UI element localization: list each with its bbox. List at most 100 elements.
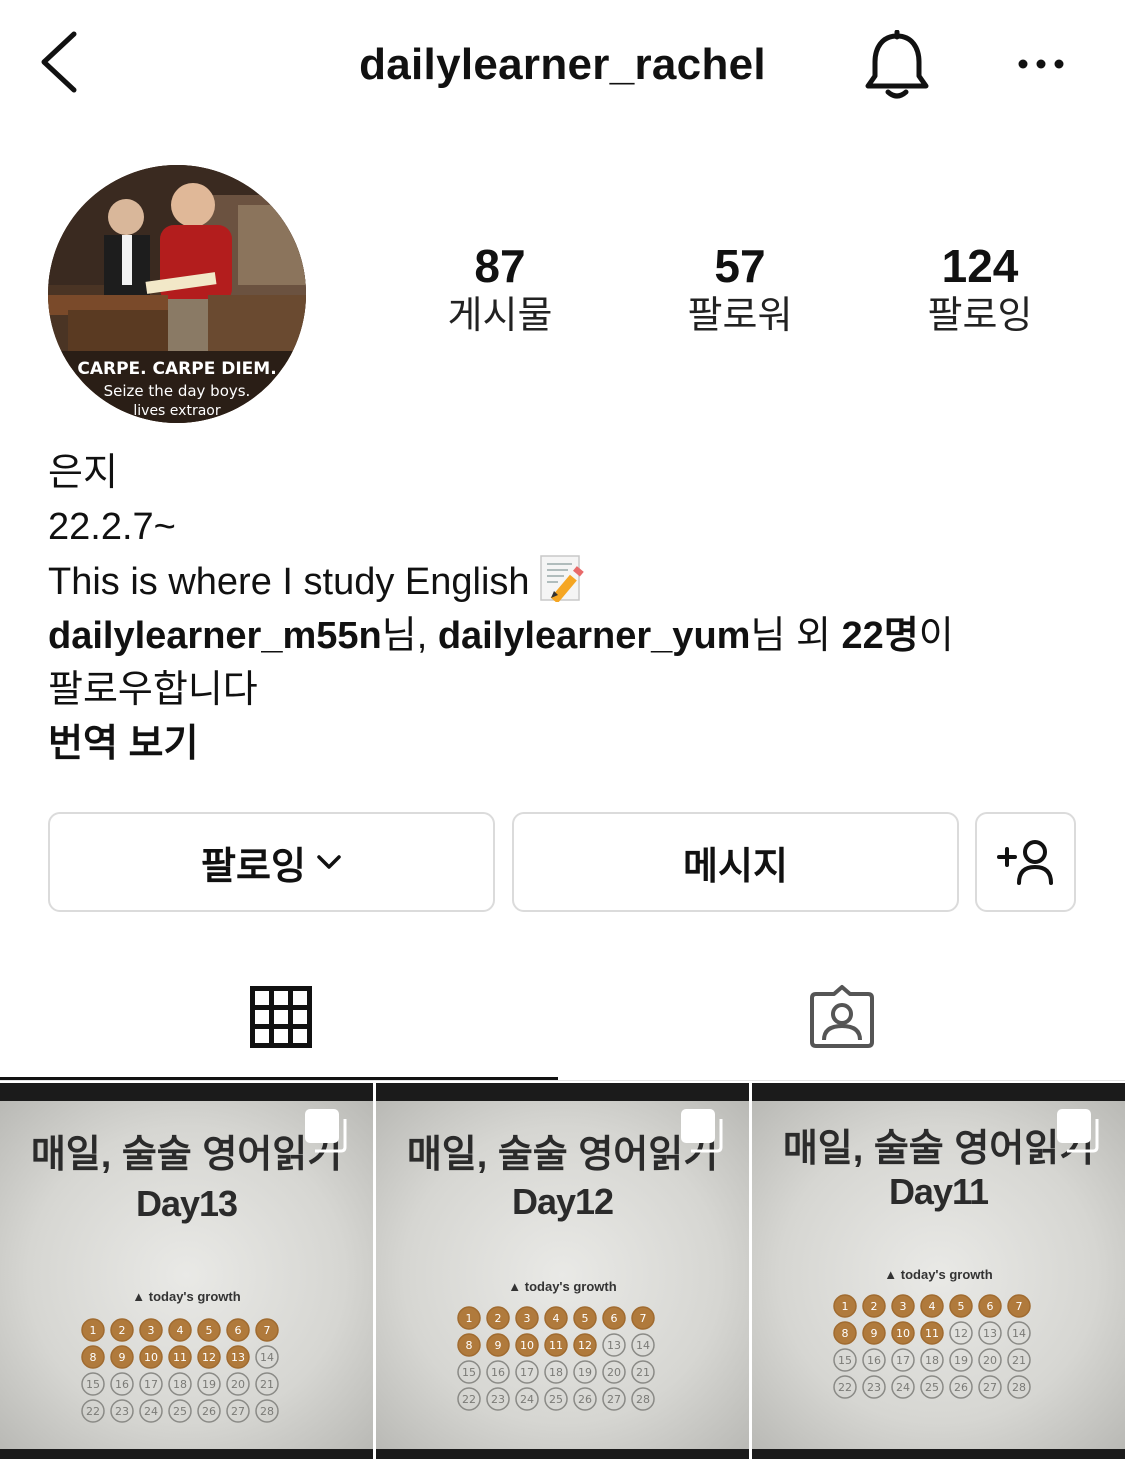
calendar-day-label-24: 24 bbox=[896, 1381, 910, 1394]
calendar-day-label-20: 20 bbox=[983, 1354, 997, 1367]
calendar-day-label-1: 1 bbox=[466, 1312, 473, 1325]
post-brand-text: today's growth bbox=[900, 1267, 993, 1282]
followed-by-user-2[interactable]: dailylearner_yum bbox=[438, 615, 751, 657]
calendar-day-label-15: 15 bbox=[86, 1378, 100, 1391]
carousel-icon bbox=[305, 1109, 347, 1153]
post-day: Day13 bbox=[135, 1183, 238, 1224]
calendar-day-label-19: 19 bbox=[578, 1366, 592, 1379]
calendar-day-label-2: 2 bbox=[871, 1300, 878, 1313]
calendar-day-label-5: 5 bbox=[206, 1324, 213, 1337]
stat-followers[interactable]: 57 팔로워 bbox=[640, 240, 840, 340]
calendar-day-label-6: 6 bbox=[611, 1312, 618, 1325]
calendar-day-label-7: 7 bbox=[1016, 1300, 1023, 1313]
calendar-day-label-5: 5 bbox=[958, 1300, 965, 1313]
bio-followed-by[interactable]: dailylearner_m55n님, dailylearner_yum님 외 … bbox=[48, 609, 1088, 663]
stat-followers-label: 팔로워 bbox=[687, 295, 793, 337]
message-button[interactable]: 메시지 bbox=[512, 812, 959, 912]
following-button-label: 팔로잉 bbox=[201, 845, 306, 888]
calendar-day-label-4: 4 bbox=[929, 1300, 936, 1313]
calendar-day-label-21: 21 bbox=[636, 1366, 650, 1379]
calendar-day-label-26: 26 bbox=[578, 1393, 592, 1406]
calendar-day-label-25: 25 bbox=[549, 1393, 563, 1406]
stat-posts[interactable]: 87 게시물 bbox=[400, 240, 600, 340]
tab-divider bbox=[0, 1080, 1125, 1081]
calendar-day-label-2: 2 bbox=[495, 1312, 502, 1325]
post-thumbnail-3[interactable]: 매일, 술술 영어읽기 Day11 ▲ today's growth 12345… bbox=[752, 1083, 1125, 1459]
carousel-icon bbox=[1057, 1109, 1099, 1153]
tab-tagged[interactable] bbox=[560, 960, 1125, 1080]
bio-description-text: This is where I study English bbox=[48, 561, 530, 603]
calendar-day-label-7: 7 bbox=[264, 1324, 271, 1337]
calendar-day-label-20: 20 bbox=[607, 1366, 621, 1379]
calendar-day-label-22: 22 bbox=[86, 1405, 100, 1418]
post-brand: ▲ today's growth bbox=[508, 1279, 617, 1294]
progress-calendar: 1 2 3 4 5 6 78 9 10 11 12 13 1415 16 17 18 19 20 2122 23 24 2… bbox=[81, 1318, 279, 1423]
calendar-day-label-6: 6 bbox=[235, 1324, 242, 1337]
profile-name: 은지 bbox=[48, 452, 118, 494]
stat-following-label: 팔로잉 bbox=[927, 295, 1033, 337]
calendar-day-label-14: 14 bbox=[260, 1351, 274, 1364]
profile-page: dailylearner_rachel CARPE. CARPE DIEM. S… bbox=[0, 0, 1125, 1459]
calendar-day-label-22: 22 bbox=[462, 1393, 476, 1406]
see-translation-link[interactable]: 번역 보기 bbox=[48, 717, 1088, 771]
followed-by-count[interactable]: 22명 bbox=[841, 615, 918, 657]
calendar-day-label-18: 18 bbox=[549, 1366, 563, 1379]
followed-by-line2: 팔로우합니다 bbox=[48, 669, 258, 711]
followed-by-suffix-3: 이 bbox=[918, 615, 954, 657]
calendar-day-label-9: 9 bbox=[495, 1339, 502, 1352]
post-brand: ▲ today's growth bbox=[132, 1289, 241, 1304]
calendar-day-label-24: 24 bbox=[144, 1405, 158, 1418]
stat-posts-label: 게시물 bbox=[447, 295, 553, 337]
calendar-day-label-11: 11 bbox=[925, 1327, 939, 1340]
following-button[interactable]: 팔로잉 bbox=[48, 812, 495, 912]
post-thumbnail-1[interactable]: 매일, 술술 영어읽기 Day13 ▲ today's growth 12345… bbox=[0, 1083, 373, 1459]
calendar-day-label-16: 16 bbox=[867, 1354, 881, 1367]
stat-following[interactable]: 124 팔로잉 bbox=[880, 240, 1080, 340]
carousel-icon bbox=[681, 1109, 723, 1153]
calendar-day-label-27: 27 bbox=[983, 1381, 997, 1394]
add-user-icon bbox=[996, 840, 1053, 885]
calendar-day-label-12: 12 bbox=[954, 1327, 968, 1340]
calendar-day-label-26: 26 bbox=[202, 1405, 216, 1418]
followed-by-user-1[interactable]: dailylearner_m55n bbox=[48, 615, 382, 657]
stat-posts-count: 87 bbox=[474, 240, 526, 292]
calendar-day-label-2: 2 bbox=[119, 1324, 126, 1337]
stat-following-count: 124 bbox=[941, 240, 1019, 292]
calendar-day-label-22: 22 bbox=[838, 1381, 852, 1394]
chevron-down-icon bbox=[317, 855, 341, 869]
message-button-label: 메시지 bbox=[683, 845, 788, 888]
calendar-day-label-11: 11 bbox=[173, 1351, 187, 1364]
add-user-button[interactable] bbox=[975, 812, 1076, 912]
avatar-caption-line3: lives extraor bbox=[133, 403, 221, 419]
bio-line-description: This is where I study English bbox=[48, 554, 1088, 609]
calendar-day-label-12: 12 bbox=[202, 1351, 216, 1364]
calendar-day-label-23: 23 bbox=[491, 1393, 505, 1406]
calendar-day-label-23: 23 bbox=[115, 1405, 129, 1418]
progress-calendar: 1 2 3 4 5 6 78 9 10 11 12 13 1415 16 17 18 19 20 2122 23 24 2… bbox=[457, 1306, 655, 1411]
calendar-day-label-9: 9 bbox=[871, 1327, 878, 1340]
calendar-day-label-19: 19 bbox=[954, 1354, 968, 1367]
calendar-day-label-19: 19 bbox=[202, 1378, 216, 1391]
calendar-day-label-3: 3 bbox=[900, 1300, 907, 1313]
calendar-day-label-14: 14 bbox=[1012, 1327, 1026, 1340]
bell-icon[interactable] bbox=[862, 30, 932, 102]
calendar-day-label-23: 23 bbox=[867, 1381, 881, 1394]
tab-posts-grid[interactable] bbox=[0, 960, 560, 1080]
post-brand-text: today's growth bbox=[148, 1289, 241, 1304]
calendar-day-label-13: 13 bbox=[231, 1351, 245, 1364]
calendar-day-label-9: 9 bbox=[119, 1351, 126, 1364]
post-thumbnail-2[interactable]: 매일, 술술 영어읽기 Day12 ▲ today's growth 12345… bbox=[376, 1083, 749, 1459]
calendar-day-label-13: 13 bbox=[983, 1327, 997, 1340]
grid-icon bbox=[250, 986, 312, 1048]
more-horizontal-icon[interactable] bbox=[1016, 52, 1066, 76]
calendar-day-label-13: 13 bbox=[607, 1339, 621, 1352]
profile-handle: dailylearner_rachel bbox=[359, 40, 766, 89]
calendar-day-label-10: 10 bbox=[520, 1339, 534, 1352]
memo-pencil-emoji-icon bbox=[539, 555, 584, 602]
calendar-day-label-28: 28 bbox=[636, 1393, 650, 1406]
calendar-day-label-11: 11 bbox=[549, 1339, 563, 1352]
profile-avatar[interactable]: CARPE. CARPE DIEM. Seize the day boys. l… bbox=[48, 165, 306, 423]
calendar-day-label-1: 1 bbox=[90, 1324, 97, 1337]
calendar-day-label-14: 14 bbox=[636, 1339, 650, 1352]
calendar-day-label-27: 27 bbox=[607, 1393, 621, 1406]
